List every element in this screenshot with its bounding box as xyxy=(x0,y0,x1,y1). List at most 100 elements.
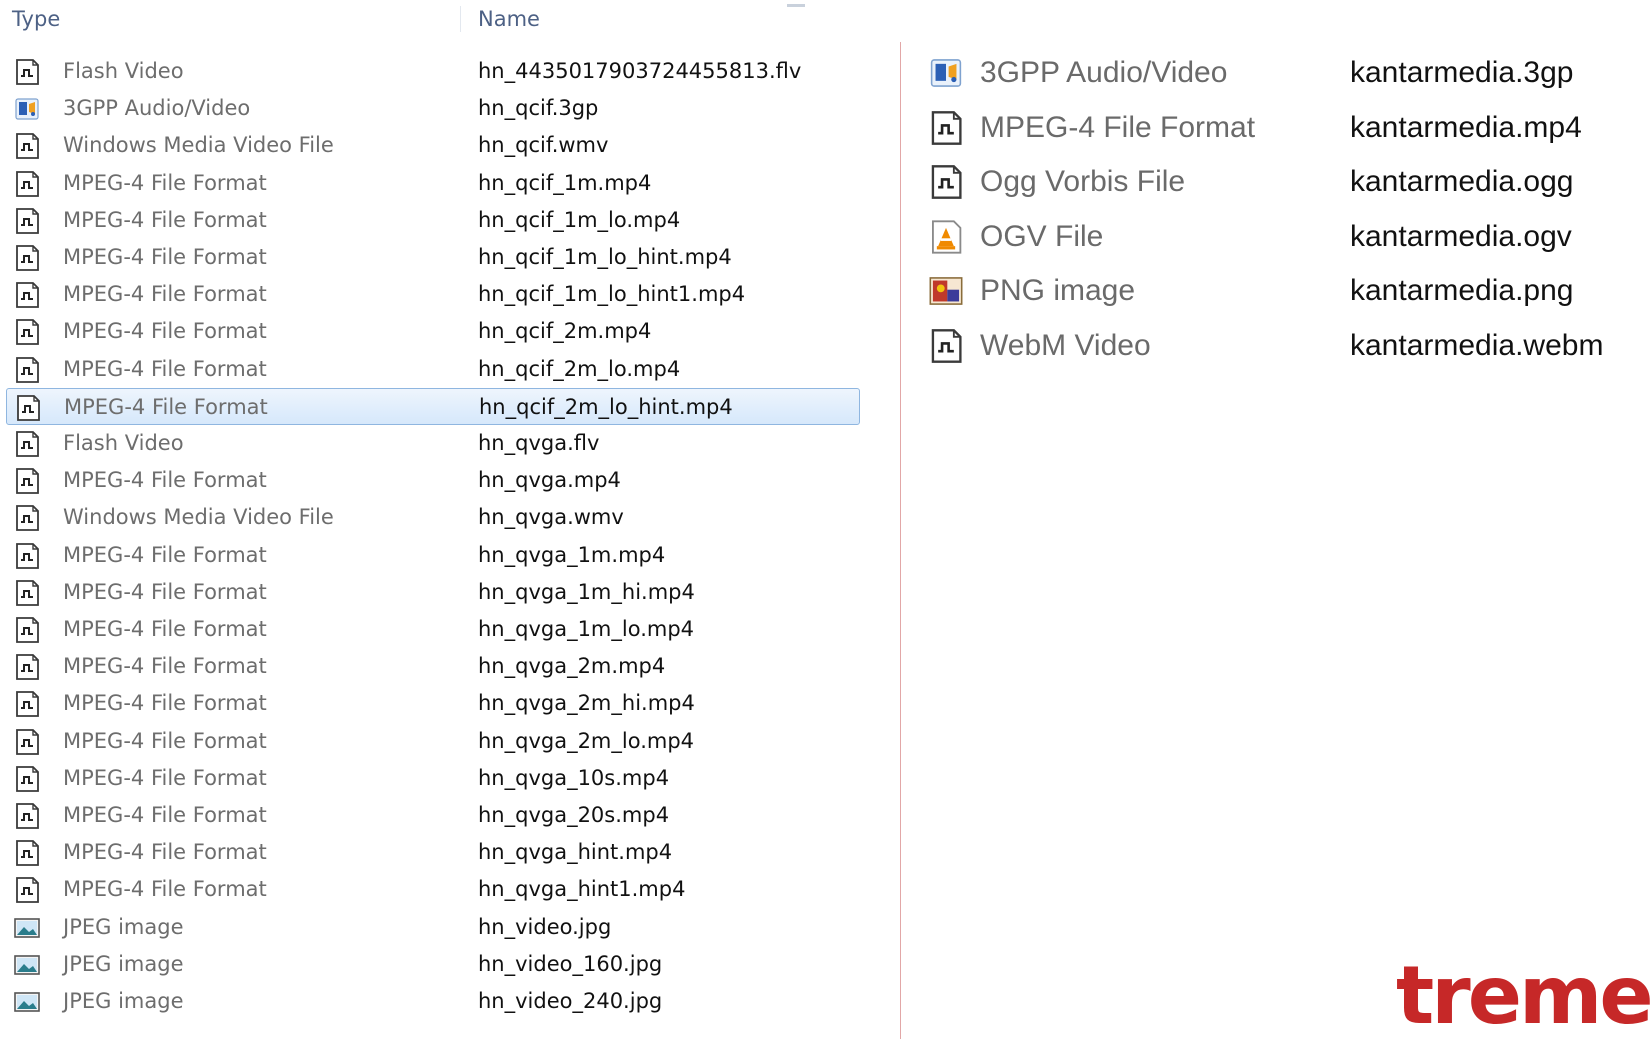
left-file-row[interactable]: JPEG image hn_video_240.jpg xyxy=(6,983,860,1020)
file-name-label: hn_qvga.flv xyxy=(478,431,600,455)
left-file-row[interactable]: MPEG-4 File Format hn_qcif_1m_lo.mp4 xyxy=(6,202,860,239)
left-file-row[interactable]: MPEG-4 File Format hn_qcif_2m_lo.mp4 xyxy=(6,351,860,388)
column-header-name[interactable]: Name xyxy=(478,7,540,31)
file-type-label: Flash Video xyxy=(63,431,184,455)
left-file-row[interactable]: Flash Video hn_qvga.flv xyxy=(6,425,860,462)
file-type-label: MPEG-4 File Format xyxy=(63,356,267,381)
right-file-row[interactable]: WebM Video kantarmedia.webm xyxy=(920,319,1652,371)
file-type-label: MPEG-4 File Format xyxy=(63,542,267,567)
left-file-row[interactable]: MPEG-4 File Format hn_qvga_1m.mp4 xyxy=(6,537,860,574)
media-file-icon xyxy=(929,328,963,363)
pane-divider xyxy=(900,42,901,1039)
media-file-icon xyxy=(14,133,40,160)
media-file-icon xyxy=(14,691,40,718)
file-name-label: hn_video_240.jpg xyxy=(478,989,663,1013)
right-file-row[interactable]: Ogg Vorbis File kantarmedia.ogg xyxy=(920,155,1652,207)
file-type-label: MPEG-4 File Format xyxy=(63,803,267,827)
file-type-label: MPEG-4 File Format xyxy=(63,282,267,307)
file-type-label: JPEG image xyxy=(63,989,184,1013)
file-type-label: WebM Video xyxy=(980,328,1151,362)
file-name-label: hn_qcif_1m_lo_hint.mp4 xyxy=(478,245,732,269)
media-file-icon xyxy=(14,654,40,681)
file-name-label: kantarmedia.ogv xyxy=(1350,219,1572,253)
file-name-label: hn_qvga_1m.mp4 xyxy=(478,542,666,567)
file-name-label: hn_qcif.wmv xyxy=(478,133,609,158)
left-file-row[interactable]: Windows Media Video File hn_qcif.wmv xyxy=(6,127,860,164)
file-type-label: Windows Media Video File xyxy=(63,505,334,530)
file-type-label: MPEG-4 File Format xyxy=(63,728,267,753)
file-type-label: MPEG-4 File Format xyxy=(980,110,1256,144)
left-file-row[interactable]: MPEG-4 File Format hn_qvga_hint.mp4 xyxy=(6,834,860,871)
media-file-icon xyxy=(14,319,40,346)
media-file-icon xyxy=(14,431,40,457)
media-file-icon xyxy=(929,110,963,145)
file-type-label: MPEG-4 File Format xyxy=(63,245,267,269)
left-file-row[interactable]: MPEG-4 File Format hn_qvga_2m_hi.mp4 xyxy=(6,685,860,722)
file-type-label: MPEG-4 File Format xyxy=(63,617,267,641)
file-name-label: kantarmedia.ogg xyxy=(1350,165,1574,198)
left-file-row[interactable]: MPEG-4 File Format hn_qvga_10s.mp4 xyxy=(6,760,860,797)
file-name-label: hn_qvga_20s.mp4 xyxy=(478,803,670,827)
column-resize-handle[interactable] xyxy=(460,6,461,32)
right-file-row[interactable]: 3GPP Audio/Video kantarmedia.3gp xyxy=(920,46,1652,98)
file-type-label: MPEG-4 File Format xyxy=(63,170,267,195)
file-name-label: hn_qcif_2m_lo.mp4 xyxy=(478,356,681,381)
file-name-label: hn_qvga_2m_hi.mp4 xyxy=(478,691,695,716)
file-type-label: MPEG-4 File Format xyxy=(63,579,267,604)
file-name-label: hn_qvga_2m_lo.mp4 xyxy=(478,728,695,753)
file-name-label: kantarmedia.3gp xyxy=(1350,56,1574,89)
right-file-row[interactable]: OGV File kantarmedia.ogv xyxy=(920,210,1652,262)
jpeg-image-icon xyxy=(14,952,40,978)
media-file-icon xyxy=(14,840,40,867)
left-file-row[interactable]: MPEG-4 File Format hn_qcif_1m.mp4 xyxy=(6,165,860,202)
file-name-label: kantarmedia.png xyxy=(1350,274,1574,307)
left-file-row[interactable]: MPEG-4 File Format hn_qvga_1m_lo.mp4 xyxy=(6,611,860,648)
left-file-row[interactable]: MPEG-4 File Format hn_qcif_2m_lo_hint.mp4 xyxy=(6,387,860,425)
left-file-row[interactable]: MPEG-4 File Format hn_qvga_1m_hi.mp4 xyxy=(6,574,860,611)
left-file-row[interactable]: MPEG-4 File Format hn_qvga.mp4 xyxy=(6,462,860,499)
file-type-label: MPEG-4 File Format xyxy=(63,468,267,493)
left-file-row[interactable]: MPEG-4 File Format hn_qvga_hint1.mp4 xyxy=(6,871,860,908)
file-type-label: Flash Video xyxy=(63,59,184,83)
media-file-icon xyxy=(14,877,40,904)
file-name-label: hn_qvga_1m_hi.mp4 xyxy=(478,579,695,604)
left-file-row[interactable]: MPEG-4 File Format hn_qvga_20s.mp4 xyxy=(6,797,860,834)
sort-indicator-icon xyxy=(787,4,805,7)
media-file-icon xyxy=(14,765,40,792)
file-type-label: PNG image xyxy=(980,274,1136,307)
file-type-label: Windows Media Video File xyxy=(63,133,334,158)
png-image-icon xyxy=(929,274,963,308)
left-file-row[interactable]: MPEG-4 File Format hn_qcif_1m_lo_hint1.mp… xyxy=(6,276,860,313)
left-file-row[interactable]: MPEG-4 File Format hn_qcif_1m_lo_hint.mp4 xyxy=(6,239,860,276)
left-file-row[interactable]: MPEG-4 File Format hn_qvga_2m.mp4 xyxy=(6,648,860,685)
left-file-row[interactable]: Flash Video hn_4435017903724455813.flv xyxy=(6,53,860,90)
media-file-icon xyxy=(14,282,40,309)
file-type-label: MPEG-4 File Format xyxy=(63,840,267,865)
file-name-label: hn_qvga_hint1.mp4 xyxy=(478,877,686,902)
right-file-row[interactable]: PNG image kantarmedia.png xyxy=(920,264,1652,316)
left-file-row[interactable]: Windows Media Video File hn_qvga.wmv xyxy=(6,499,860,536)
file-name-label: hn_qcif_2m.mp4 xyxy=(478,319,652,344)
left-file-row[interactable]: JPEG image hn_video_160.jpg xyxy=(6,946,860,983)
media-file-icon xyxy=(929,165,963,199)
media-file-icon xyxy=(15,394,41,421)
left-file-row[interactable]: MPEG-4 File Format hn_qcif_2m.mp4 xyxy=(6,313,860,350)
file-type-label: MPEG-4 File Format xyxy=(63,207,267,232)
left-file-row[interactable]: 3GPP Audio/Video hn_qcif.3gp xyxy=(6,90,860,127)
file-name-label: hn_video.jpg xyxy=(478,914,612,939)
file-name-label: hn_qcif_1m_lo_hint1.mp4 xyxy=(478,282,746,307)
column-header-type[interactable]: Type xyxy=(12,7,60,31)
media-file-icon xyxy=(14,617,40,643)
media-file-icon xyxy=(14,356,40,383)
file-type-label: MPEG-4 File Format xyxy=(64,394,268,419)
right-file-row[interactable]: MPEG-4 File Format kantarmedia.mp4 xyxy=(920,101,1652,153)
media-file-icon xyxy=(14,542,40,569)
3gpp-file-icon xyxy=(14,96,40,122)
left-file-row[interactable]: MPEG-4 File Format hn_qvga_2m_lo.mp4 xyxy=(6,723,860,760)
vlc-file-icon xyxy=(929,219,963,254)
file-name-label: kantarmedia.webm xyxy=(1350,328,1604,362)
file-name-label: hn_qcif_2m_lo_hint.mp4 xyxy=(479,394,733,419)
left-file-row[interactable]: JPEG image hn_video.jpg xyxy=(6,909,860,946)
jpeg-image-icon xyxy=(14,989,40,1015)
file-name-label: hn_4435017903724455813.flv xyxy=(478,59,802,83)
